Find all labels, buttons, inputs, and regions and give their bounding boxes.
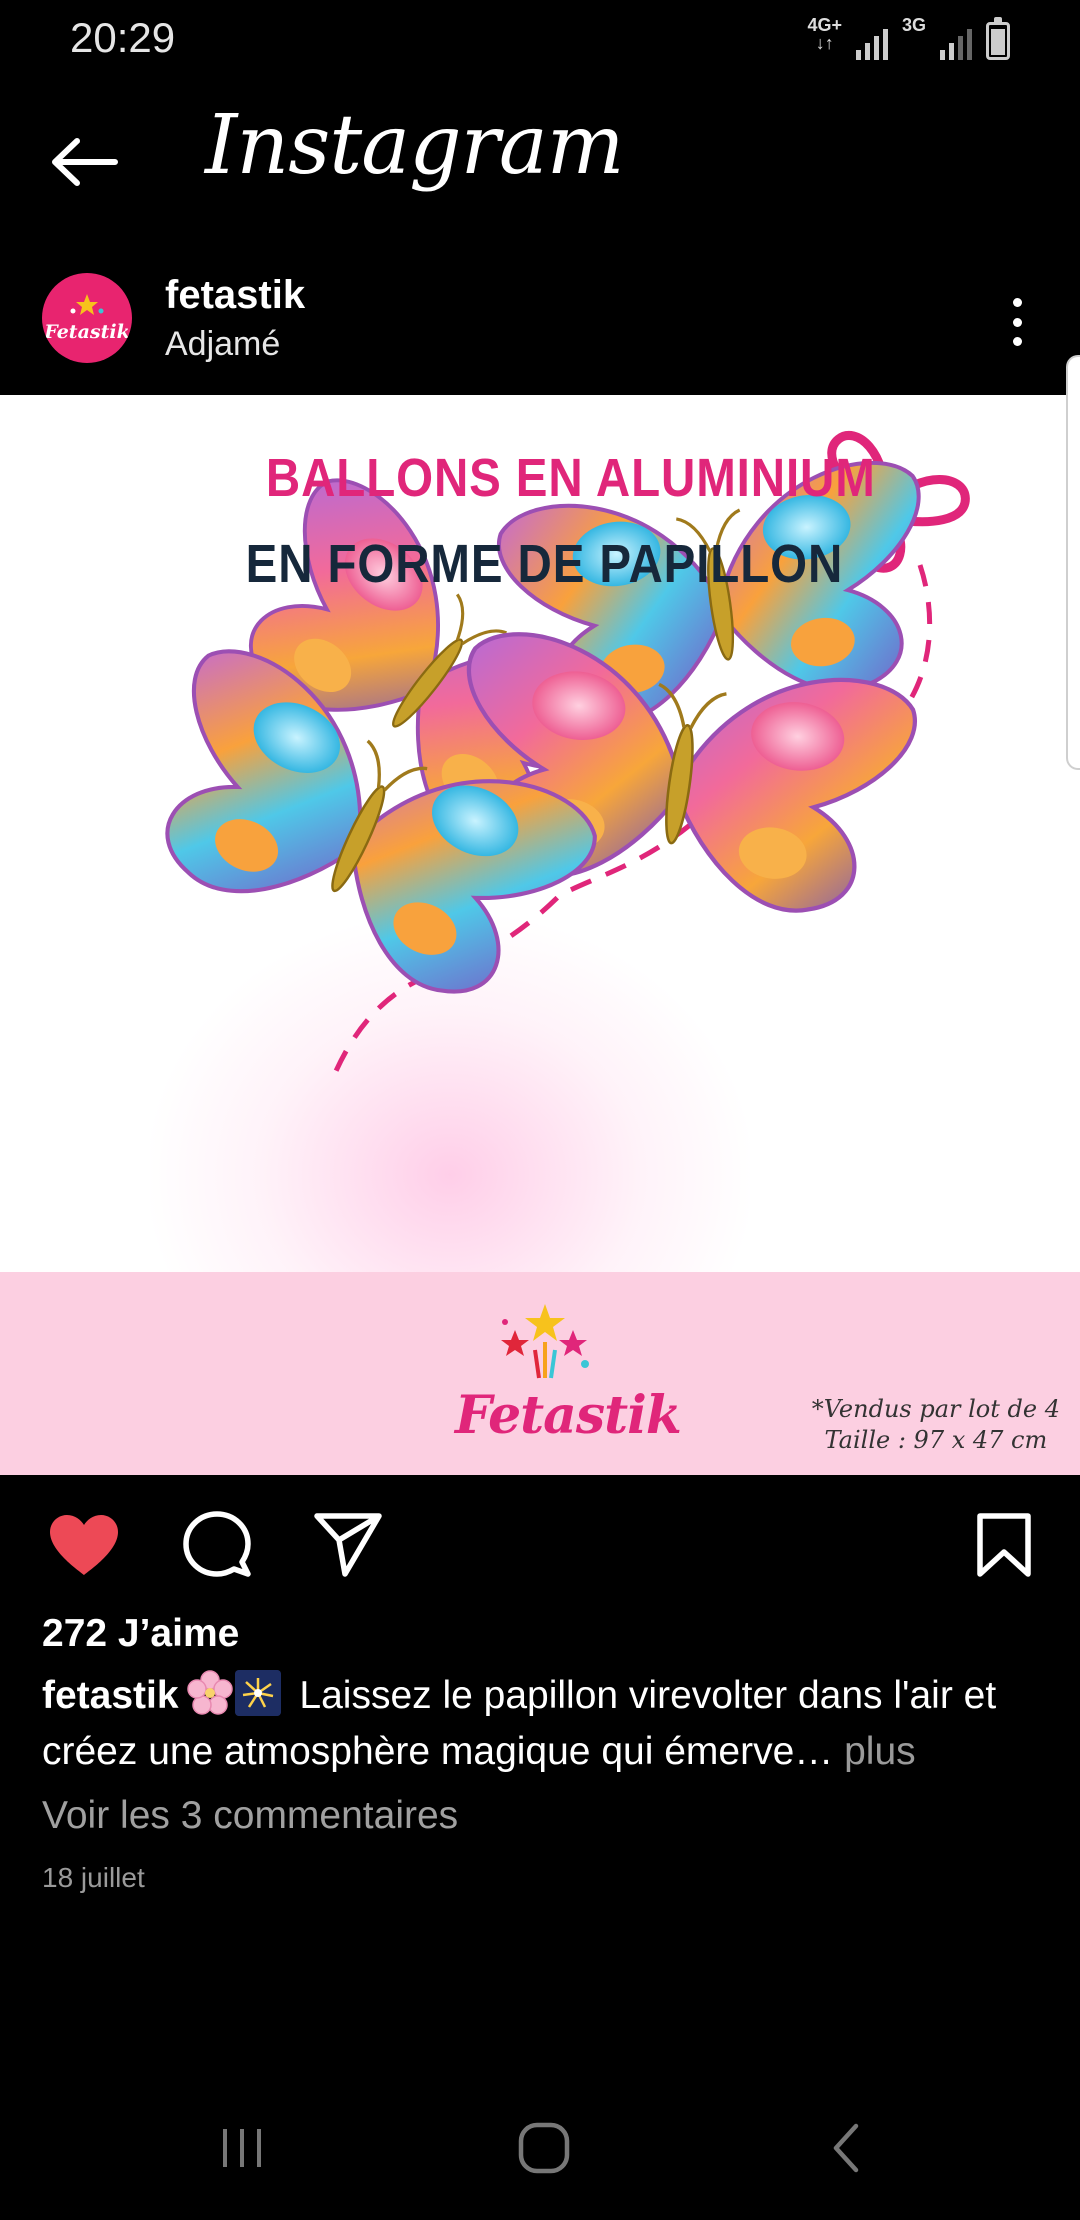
post-location[interactable]: Adjamé [165, 325, 280, 364]
post-header: Fetastik fetastik Adjamé [0, 250, 1080, 395]
brand-logo: Fetastik [455, 1302, 682, 1446]
brand-band: Fetastik *Vendus par lot de 4 Taille : 9… [0, 1272, 1080, 1475]
stars-logo-icon [70, 294, 104, 315]
heart-icon [50, 1515, 118, 1575]
battery-icon [986, 17, 1010, 60]
back-button[interactable] [44, 122, 124, 202]
avatar[interactable]: Fetastik [42, 273, 132, 363]
app-title: Instagram [205, 98, 624, 193]
arrow-left-icon [52, 138, 118, 186]
network-4g-indicator: 4G+ ↓↑ [807, 15, 842, 53]
more-options-button[interactable] [992, 292, 1042, 352]
recents-button[interactable] [202, 2118, 282, 2178]
post-image[interactable]: BALLONS EN ALUMINIUM EN FORME DE PAPILLO… [0, 395, 1080, 1475]
post-date: 18 juillet [42, 1862, 145, 1893]
signal-strength-icon [855, 24, 888, 60]
post-username[interactable]: fetastik [165, 273, 305, 318]
home-icon [518, 2122, 570, 2174]
save-button[interactable] [964, 1505, 1044, 1585]
image-title-line-2: EN FORME DE PAPILLON [245, 534, 844, 594]
cherry-blossom-icon [186, 1670, 233, 1715]
like-button[interactable] [44, 1505, 124, 1585]
system-back-button[interactable] [806, 2118, 886, 2178]
avatar-logo-text: Fetastik [44, 321, 130, 343]
status-bar: 20:29 4G+ ↓↑ 3G [0, 0, 1080, 80]
caption-more-link[interactable]: plus [833, 1730, 916, 1773]
fireworks-icon [234, 1670, 281, 1716]
share-button[interactable] [308, 1505, 388, 1585]
stars-logo-icon [501, 1304, 589, 1379]
status-icons: 4G+ ↓↑ 3G [807, 16, 1010, 60]
status-time: 20:29 [70, 14, 176, 61]
image-title-line-1: BALLONS EN ALUMINIUM [265, 448, 876, 508]
comment-icon [183, 1511, 251, 1577]
network-3g-indicator: 3G [901, 15, 926, 35]
post-caption[interactable]: fetastik Laissez le papillon virevolter … [42, 1668, 1042, 1780]
product-note: *Vendus par lot de 4 Taille : 97 x 47 cm [811, 1395, 1060, 1454]
post-actions [0, 1475, 1080, 1615]
home-button[interactable] [504, 2118, 584, 2178]
view-comments-link[interactable]: Voir les 3 commentaires [42, 1794, 458, 1838]
more-vertical-icon [1012, 298, 1022, 307]
likes-count[interactable]: 272 J’aime [42, 1612, 239, 1656]
send-icon [314, 1513, 382, 1577]
caption-username[interactable]: fetastik [42, 1674, 179, 1717]
comment-button[interactable] [177, 1505, 257, 1585]
chevron-left-icon [833, 2123, 859, 2173]
signal-strength-icon [940, 24, 972, 60]
edge-panel-handle[interactable] [1066, 355, 1080, 770]
brand-name: Fetastik [455, 1385, 682, 1446]
recents-icon [223, 2129, 261, 2167]
app-header: Instagram [0, 80, 1080, 250]
system-nav-bar [0, 2090, 1080, 2220]
bookmark-icon [977, 1513, 1031, 1577]
